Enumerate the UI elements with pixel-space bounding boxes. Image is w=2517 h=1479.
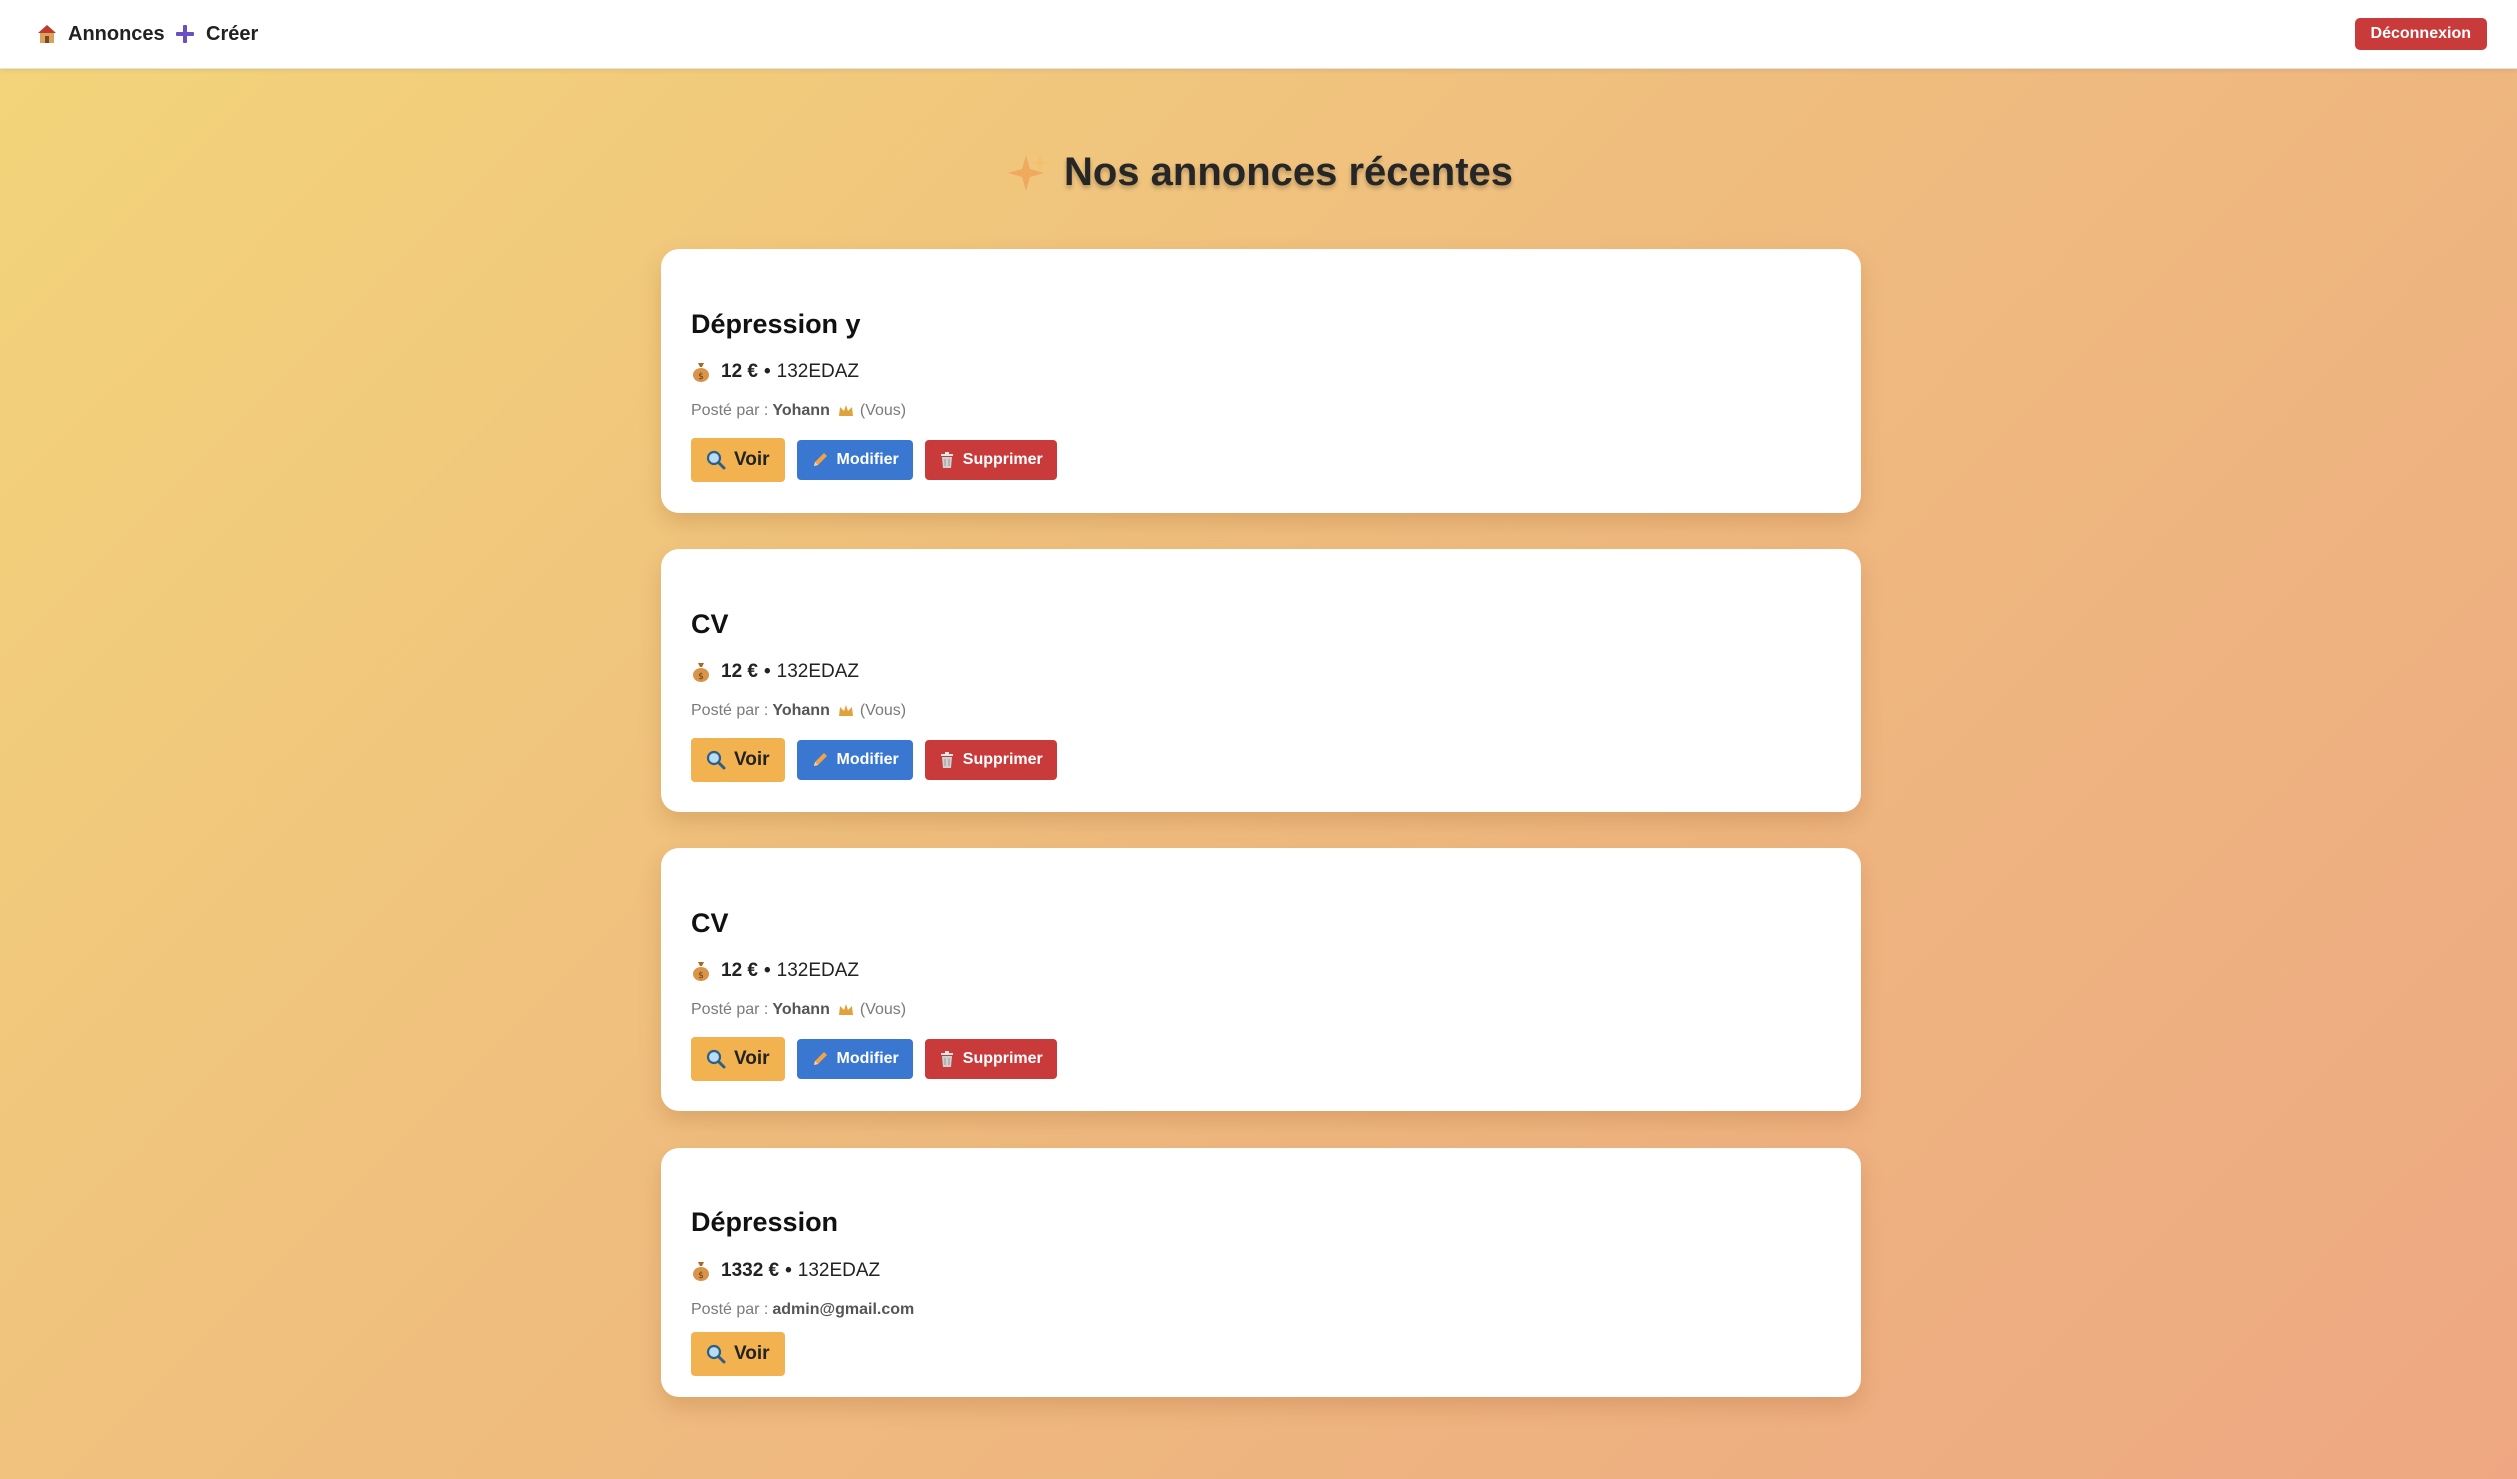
page-title-text: Nos annonces récentes <box>1063 150 1514 194</box>
voir-label: Voir <box>734 1048 770 1069</box>
sparkles-icon <box>1004 151 1048 195</box>
posted-by-label: Posté par : <box>691 1301 769 1318</box>
listing-code: 132EDAZ <box>776 960 860 981</box>
modifier-label: Modifier <box>836 451 899 468</box>
nav-creer-link[interactable]: Créer <box>174 0 258 68</box>
listing-title: Dépression <box>691 1207 839 1237</box>
listing-author: Yohann <box>772 402 830 419</box>
separator-dot: • <box>763 960 771 981</box>
listing-actions: Voir Modifier Supprimer <box>691 738 1069 782</box>
listing-actions: Voir Modifier Supprimer <box>691 1037 1069 1081</box>
svg-text:$: $ <box>698 971 704 981</box>
listing-posted-line: Posté par : Yohann (Vous) <box>691 402 906 420</box>
listing-price: 12 € <box>721 960 758 981</box>
plus-icon <box>174 23 196 45</box>
posted-by-label: Posté par : <box>691 702 769 719</box>
listing-price-line: $ 1332 € • 132EDAZ <box>691 1260 880 1282</box>
modifier-button[interactable]: Modifier <box>796 440 913 480</box>
listing-posted-line: Posté par : Yohann (Vous) <box>691 1001 906 1019</box>
separator-dot: • <box>763 661 771 682</box>
modifier-label: Modifier <box>836 751 899 768</box>
supprimer-label: Supprimer <box>962 1050 1043 1067</box>
listing-card: Dépression $ 1332 € • 132EDAZ Posté par … <box>661 1148 1861 1397</box>
money-bag-icon: $ <box>691 960 711 982</box>
svg-text:$: $ <box>698 672 704 682</box>
listing-code: 132EDAZ <box>797 1260 881 1281</box>
voir-button[interactable]: Voir <box>691 738 785 782</box>
separator-dot: • <box>763 361 771 382</box>
listing-card: CV $ 12 € • 132EDAZ Posté par : Yohann (… <box>661 549 1861 812</box>
listing-author: Yohann <box>772 702 830 719</box>
pencil-icon <box>811 751 829 769</box>
supprimer-button[interactable]: Supprimer <box>924 440 1057 480</box>
supprimer-label: Supprimer <box>962 451 1043 468</box>
listing-card: Dépression y $ 12 € • 132EDAZ Posté par … <box>661 249 1861 513</box>
voir-label: Voir <box>734 1343 770 1364</box>
money-bag-icon: $ <box>691 661 711 683</box>
listing-posted-line: Posté par : admin@gmail.com <box>691 1301 914 1319</box>
supprimer-label: Supprimer <box>962 751 1043 768</box>
listing-price: 12 € <box>721 661 758 682</box>
logout-button[interactable]: Déconnexion <box>2354 18 2487 50</box>
supprimer-button[interactable]: Supprimer <box>924 740 1057 780</box>
you-label: (Vous) <box>859 1001 907 1018</box>
svg-text:$: $ <box>698 1271 704 1281</box>
magnifier-icon <box>706 1344 726 1364</box>
listing-price-line: $ 12 € • 132EDAZ <box>691 960 859 982</box>
modifier-button[interactable]: Modifier <box>796 740 913 780</box>
money-bag-icon: $ <box>691 1260 711 1282</box>
magnifier-icon <box>706 750 726 770</box>
top-navbar: Annonces Créer Déconnexion <box>0 0 2517 69</box>
crown-icon <box>838 404 854 418</box>
money-bag-icon: $ <box>691 361 711 383</box>
nav-creer-label: Créer <box>206 22 259 45</box>
house-icon <box>36 23 58 45</box>
magnifier-icon <box>706 450 726 470</box>
magnifier-icon <box>706 1049 726 1069</box>
listing-actions: Voir Modifier Supprimer <box>691 438 1069 482</box>
listing-price: 12 € <box>721 361 758 382</box>
trash-icon <box>939 451 955 469</box>
listing-author: Yohann <box>772 1001 830 1018</box>
svg-text:$: $ <box>698 372 704 382</box>
you-label: (Vous) <box>859 402 907 419</box>
trash-icon <box>939 751 955 769</box>
crown-icon <box>838 1003 854 1017</box>
voir-label: Voir <box>734 449 770 470</box>
posted-by-label: Posté par : <box>691 1001 769 1018</box>
voir-button[interactable]: Voir <box>691 1037 785 1081</box>
listing-card: CV $ 12 € • 132EDAZ Posté par : Yohann (… <box>661 848 1861 1111</box>
posted-by-label: Posté par : <box>691 402 769 419</box>
crown-icon <box>838 704 854 718</box>
listing-code: 132EDAZ <box>776 361 860 382</box>
voir-button[interactable]: Voir <box>691 1332 785 1376</box>
modifier-label: Modifier <box>836 1050 899 1067</box>
listing-title: Dépression y <box>691 309 861 339</box>
listing-price: 1332 € <box>721 1260 780 1281</box>
listing-title: CV <box>691 609 729 639</box>
pencil-icon <box>811 451 829 469</box>
trash-icon <box>939 1050 955 1068</box>
listing-price-line: $ 12 € • 132EDAZ <box>691 661 859 683</box>
separator-dot: • <box>785 1260 792 1281</box>
listing-code: 132EDAZ <box>776 661 860 682</box>
listing-author: admin@gmail.com <box>772 1301 915 1318</box>
voir-button[interactable]: Voir <box>691 438 785 482</box>
listing-price-line: $ 12 € • 132EDAZ <box>691 361 859 383</box>
modifier-button[interactable]: Modifier <box>796 1039 913 1079</box>
pencil-icon <box>811 1050 829 1068</box>
listing-actions: Voir <box>691 1332 797 1376</box>
listing-posted-line: Posté par : Yohann (Vous) <box>691 702 906 720</box>
listing-title: CV <box>691 908 729 938</box>
page-title: Nos annonces récentes <box>0 150 2517 195</box>
nav-annonces-label: Annonces <box>68 22 165 45</box>
you-label: (Vous) <box>859 702 907 719</box>
nav-annonces-link[interactable]: Annonces <box>36 0 165 68</box>
voir-label: Voir <box>734 749 770 770</box>
supprimer-button[interactable]: Supprimer <box>924 1039 1057 1079</box>
